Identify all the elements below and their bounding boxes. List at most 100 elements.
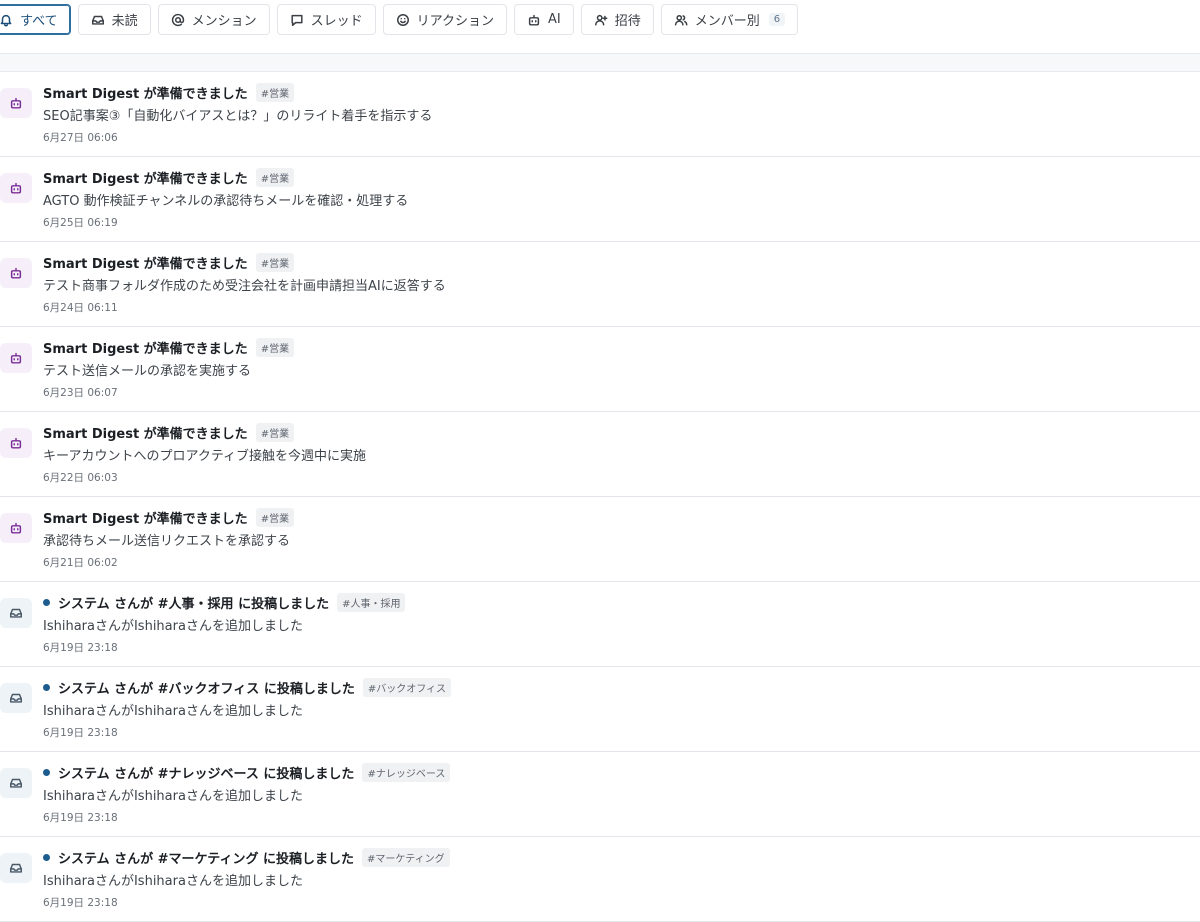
notification-title-line: システム さんが #マーケティング に投稿しました #マーケティング	[43, 848, 450, 867]
filter-mentions-label: メンション	[191, 14, 257, 29]
notification-avatar	[0, 853, 32, 883]
notification-time: 6月24日 06:11	[43, 302, 118, 314]
filter-reactions[interactable]: リアクション	[382, 4, 507, 35]
notification-avatar	[0, 88, 32, 118]
notification-title: Smart Digest が準備できました	[43, 512, 248, 527]
notification-item[interactable]: Smart Digest が準備できました #営業 キーアカウントへのプロアクテ…	[0, 412, 1200, 497]
notification-item[interactable]: Smart Digest が準備できました #営業 テスト送信メールの承認を実施…	[0, 327, 1200, 412]
notification-title-line: Smart Digest が準備できました #営業	[43, 168, 295, 187]
notification-body: AGTO 動作検証チャンネルの承認待ちメールを確認・処理する	[43, 194, 409, 209]
channel-tag[interactable]: #営業	[255, 508, 295, 527]
notification-body: IshiharaさんがIshiharaさんを追加しました	[43, 619, 303, 634]
channel-tag[interactable]: #営業	[255, 423, 295, 442]
notification-time: 6月25日 06:19	[43, 217, 118, 229]
filter-ai[interactable]: AI	[513, 4, 574, 35]
filter-invites[interactable]: 招待	[580, 4, 654, 35]
notification-body: IshiharaさんがIshiharaさんを追加しました	[43, 874, 303, 889]
notification-body: SEO記事案③「自動化バイアスとは？」のリライト着手を指示する	[43, 109, 433, 124]
notification-title: システム さんが #人事・採用 に投稿しました	[58, 597, 330, 612]
channel-tag[interactable]: #営業	[255, 83, 295, 102]
at-sign-icon	[171, 13, 184, 26]
channel-tag[interactable]: #営業	[255, 253, 295, 272]
notification-title-line: Smart Digest が準備できました #営業	[43, 423, 295, 442]
member-count-badge: 6	[768, 13, 786, 26]
channel-tag[interactable]: #マーケティング	[362, 848, 450, 867]
channel-tag[interactable]: #営業	[255, 338, 295, 357]
notification-time: 6月21日 06:02	[43, 557, 118, 569]
bot-icon	[10, 437, 22, 449]
filter-mentions[interactable]: メンション	[157, 4, 270, 35]
notification-title: システム さんが #バックオフィス に投稿しました	[58, 682, 355, 697]
channel-tag[interactable]: #ナレッジベース	[362, 763, 451, 782]
unread-dot-icon	[43, 769, 50, 776]
notification-body: キーアカウントへのプロアクティブ接触を今週中に実施	[43, 449, 367, 464]
notification-item[interactable]: Smart Digest が準備できました #営業 AGTO 動作検証チャンネル…	[0, 157, 1200, 242]
bot-icon	[10, 352, 22, 364]
bot-icon	[10, 267, 22, 279]
notification-body: IshiharaさんがIshiharaさんを追加しました	[43, 704, 303, 719]
notification-title: システム さんが #ナレッジベース に投稿しました	[58, 767, 355, 782]
notification-item[interactable]: Smart Digest が準備できました #営業 テスト商事フォルダ作成のため…	[0, 242, 1200, 327]
unread-dot-icon	[43, 684, 50, 691]
notification-time: 6月23日 06:07	[43, 387, 118, 399]
bot-icon	[10, 522, 22, 534]
filter-threads[interactable]: スレッド	[276, 4, 376, 35]
channel-tag[interactable]: #バックオフィス	[362, 678, 452, 697]
notification-avatar	[0, 173, 32, 203]
notification-title-line: Smart Digest が準備できました #営業	[43, 338, 295, 357]
notification-title-line: システム さんが #バックオフィス に投稿しました #バックオフィス	[43, 678, 452, 697]
notification-avatar	[0, 768, 32, 798]
notification-time: 6月27日 06:06	[43, 132, 118, 144]
inbox-icon	[91, 15, 104, 25]
notification-time: 6月19日 23:18	[43, 897, 118, 909]
notification-title: Smart Digest が準備できました	[43, 342, 248, 357]
notification-item[interactable]: Smart Digest が準備できました #営業 承認待ちメール送信リクエスト…	[0, 497, 1200, 582]
notification-title-line: Smart Digest が準備できました #営業	[43, 253, 295, 272]
filter-ai-label: AI	[547, 12, 561, 27]
filter-all-label: すべて	[20, 14, 58, 29]
notification-avatar	[0, 683, 32, 713]
notification-body: IshiharaさんがIshiharaさんを追加しました	[43, 789, 303, 804]
unread-dot-icon	[43, 854, 50, 861]
notification-avatar	[0, 343, 32, 373]
notification-title-line: Smart Digest が準備できました #営業	[43, 508, 295, 527]
bot-icon	[10, 182, 22, 194]
notification-title: Smart Digest が準備できました	[43, 87, 248, 102]
notification-item[interactable]: システム さんが #ナレッジベース に投稿しました #ナレッジベース Ishih…	[0, 752, 1200, 837]
filter-unread-label: 未読	[111, 14, 138, 29]
notification-avatar	[0, 428, 32, 458]
filter-bar: すべて 未読 メンション スレッド リアクション AI 招待 メンバー別 6	[0, 4, 799, 35]
notification-item[interactable]: システム さんが #人事・採用 に投稿しました #人事・採用 Ishiharaさ…	[0, 582, 1200, 667]
smile-icon	[396, 13, 409, 26]
inbox-icon	[10, 693, 22, 703]
users-icon	[674, 14, 688, 26]
notification-time: 6月19日 23:18	[43, 642, 118, 654]
notification-avatar	[0, 513, 32, 543]
notification-item[interactable]: システム さんが #バックオフィス に投稿しました #バックオフィス Ishih…	[0, 667, 1200, 752]
filter-invites-label: 招待	[614, 14, 641, 29]
channel-tag[interactable]: #人事・採用	[337, 593, 406, 612]
user-plus-icon	[594, 14, 608, 26]
notification-item[interactable]: Smart Digest が準備できました #営業 SEO記事案③「自動化バイア…	[0, 72, 1200, 157]
notification-body: テスト送信メールの承認を実施する	[43, 364, 252, 379]
notification-list: Smart Digest が準備できました #営業 SEO記事案③「自動化バイア…	[0, 72, 1200, 922]
notification-avatar	[0, 598, 32, 628]
notification-avatar	[0, 258, 32, 288]
channel-tag[interactable]: #営業	[255, 168, 295, 187]
notification-title-line: Smart Digest が準備できました #営業	[43, 83, 295, 102]
inbox-icon	[10, 863, 22, 873]
notification-time: 6月22日 06:03	[43, 472, 118, 484]
filter-by-member[interactable]: メンバー別 6	[660, 4, 799, 35]
notification-time: 6月19日 23:18	[43, 727, 118, 739]
filter-all[interactable]: すべて	[0, 4, 71, 35]
notification-title: システム さんが #マーケティング に投稿しました	[58, 852, 355, 867]
inbox-icon	[10, 608, 22, 618]
bot-icon	[528, 14, 540, 26]
section-divider	[0, 53, 1200, 72]
bell-icon	[0, 14, 12, 26]
notification-title: Smart Digest が準備できました	[43, 427, 248, 442]
notification-body: テスト商事フォルダ作成のため受注会社を計画申請担当AIに返答する	[43, 279, 446, 294]
notification-item[interactable]: システム さんが #マーケティング に投稿しました #マーケティング Ishih…	[0, 837, 1200, 922]
inbox-icon	[10, 778, 22, 788]
filter-unread[interactable]: 未読	[77, 4, 151, 35]
